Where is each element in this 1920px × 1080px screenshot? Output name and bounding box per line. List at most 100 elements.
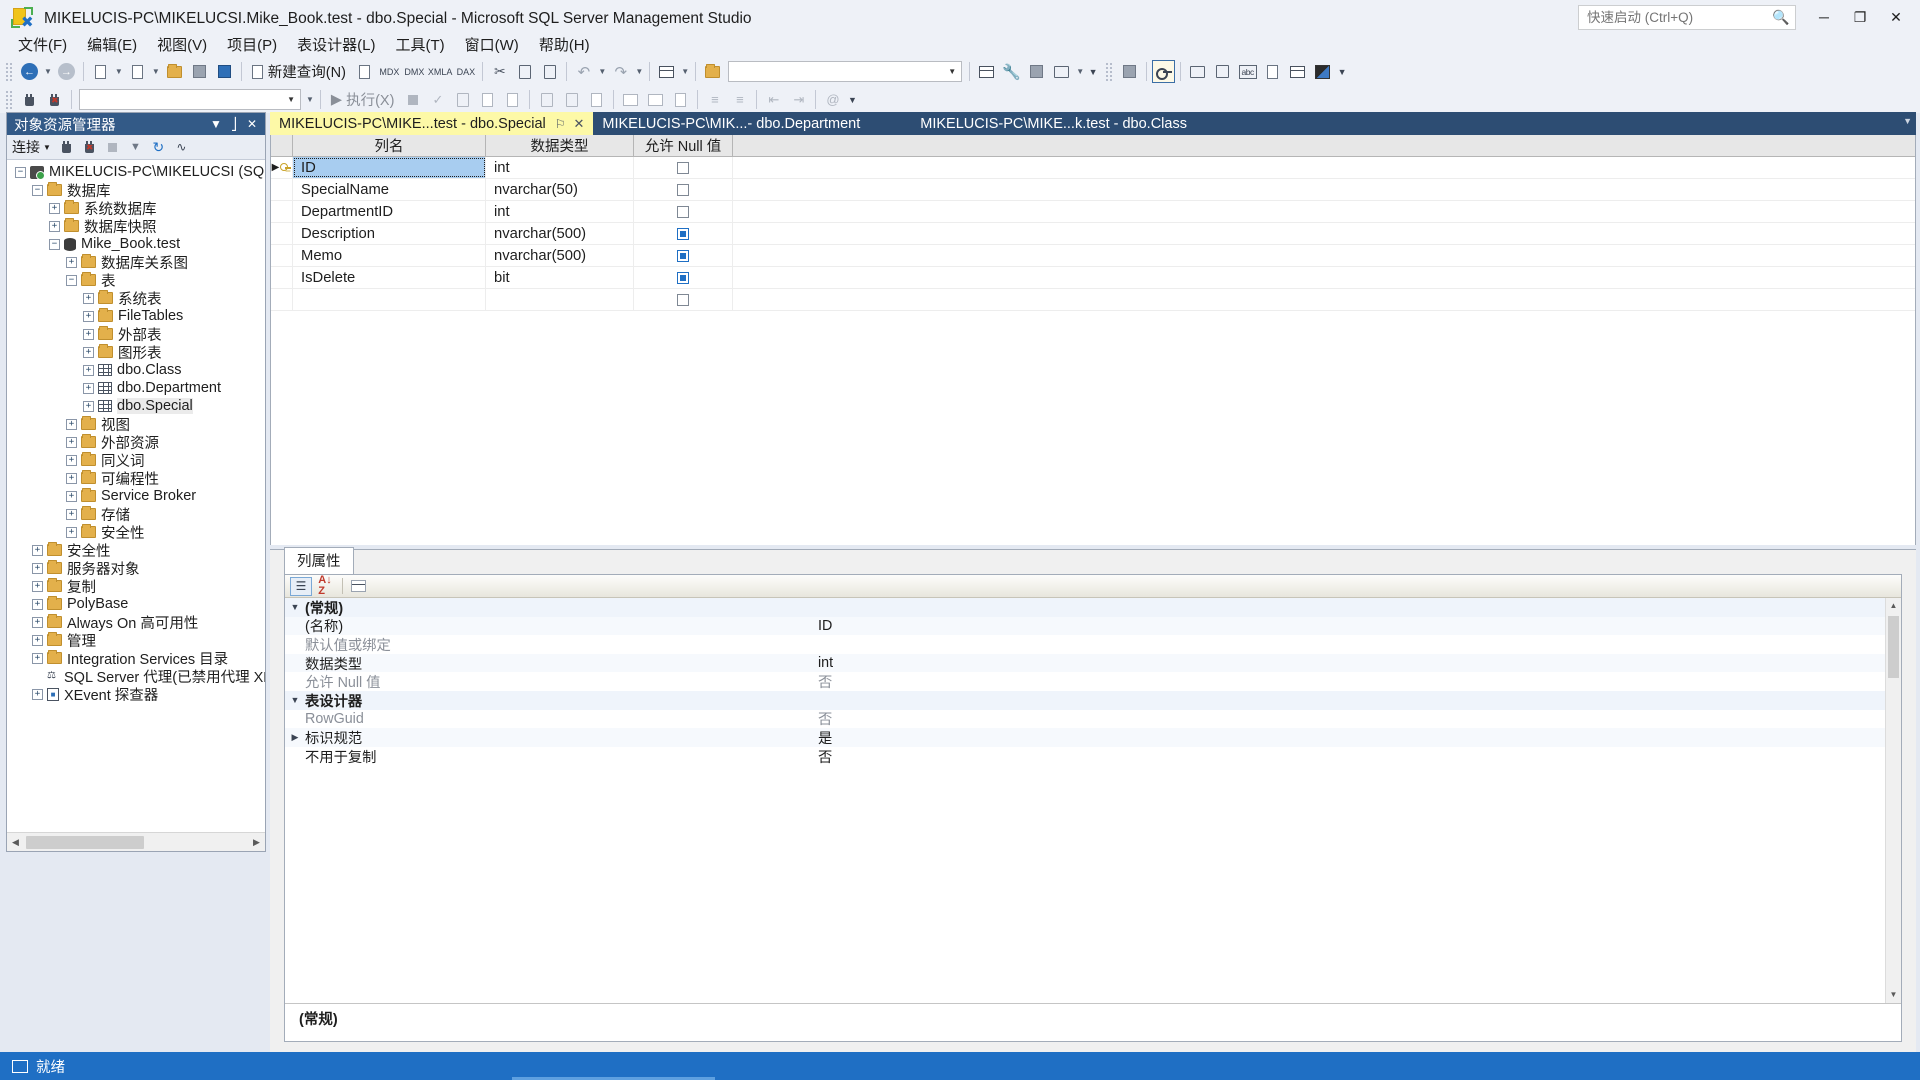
- cell-allow-nulls[interactable]: [634, 245, 733, 266]
- tree-node[interactable]: + 图形表: [7, 343, 265, 362]
- expand-icon[interactable]: +: [83, 382, 94, 394]
- cell-column-name[interactable]: ID: [293, 157, 486, 178]
- tree-node[interactable]: + 安全性: [7, 541, 265, 560]
- allow-nulls-checkbox[interactable]: [677, 205, 689, 218]
- quick-launch-input[interactable]: [1585, 7, 1769, 28]
- comment-lines-button[interactable]: ≡: [703, 88, 726, 111]
- tree-node[interactable]: + 安全性: [7, 523, 265, 542]
- manage-check-constraints-button[interactable]: [1286, 60, 1309, 83]
- object-explorer-button[interactable]: [975, 60, 998, 83]
- cell-data-type[interactable]: nvarchar(500): [486, 223, 634, 244]
- property-row[interactable]: 默认值或绑定: [285, 635, 1885, 654]
- expand-icon[interactable]: +: [32, 688, 43, 700]
- tab-column-properties[interactable]: 列属性: [284, 547, 354, 574]
- close-button[interactable]: ✕: [1878, 2, 1914, 32]
- row-gutter[interactable]: [271, 223, 293, 244]
- stop-icon[interactable]: [102, 138, 123, 157]
- save-selection-button[interactable]: [1118, 60, 1141, 83]
- property-value[interactable]: ID: [815, 618, 1885, 634]
- intellisense-button[interactable]: [501, 88, 524, 111]
- collapse-icon[interactable]: −: [15, 166, 26, 178]
- quick-launch-box[interactable]: 🔍: [1578, 5, 1796, 30]
- menu-tools[interactable]: 工具(T): [386, 31, 455, 58]
- tree-node[interactable]: ⚖ SQL Server 代理(已禁用代理 XP): [7, 667, 265, 686]
- new-xmla-query-button[interactable]: XMLA: [428, 60, 453, 83]
- cell-column-name[interactable]: IsDelete: [293, 267, 486, 288]
- open-file-button[interactable]: [163, 60, 186, 83]
- expand-icon[interactable]: +: [32, 562, 43, 574]
- tree-node[interactable]: − Mike_Book.test: [7, 235, 265, 253]
- activity-monitor-icon[interactable]: ∿: [171, 138, 192, 157]
- expand-icon[interactable]: +: [32, 652, 43, 664]
- manage-indexes-button[interactable]: [1211, 60, 1234, 83]
- expand-icon[interactable]: +: [66, 454, 77, 466]
- menu-table-designer[interactable]: 表设计器(L): [287, 31, 385, 58]
- save-all-button[interactable]: [213, 60, 236, 83]
- alphabetical-sort-icon[interactable]: A↓ Z: [314, 575, 336, 597]
- paste-button[interactable]: [538, 60, 561, 83]
- filter-icon[interactable]: ▼: [125, 138, 146, 157]
- expand-icon[interactable]: +: [32, 544, 43, 556]
- tree-node[interactable]: + 复制: [7, 577, 265, 596]
- cell-data-type[interactable]: int: [486, 157, 634, 178]
- toolbar-overflow-button[interactable]: ▼: [1086, 67, 1100, 77]
- command-prompt-dropdown-icon[interactable]: ▼: [1076, 67, 1084, 76]
- tree-node[interactable]: + 系统数据库: [7, 199, 265, 218]
- generate-change-script-button[interactable]: [1311, 60, 1334, 83]
- menu-edit[interactable]: 编辑(E): [77, 31, 147, 58]
- properties-list[interactable]: ▼ (常规) (名称) ID 默认值或绑定 数据类型 int 允许 Null 值否 ▼ 表设计器 R…: [285, 598, 1885, 1003]
- stop-button[interactable]: [401, 88, 424, 111]
- tree-node[interactable]: + Integration Services 目录: [7, 649, 265, 668]
- property-row[interactable]: 数据类型 int: [285, 653, 1885, 673]
- property-value[interactable]: 否: [815, 671, 1885, 692]
- cell-allow-nulls[interactable]: [634, 179, 733, 200]
- tree-node[interactable]: + 管理: [7, 631, 265, 650]
- refresh-icon[interactable]: ↻: [148, 138, 169, 157]
- query-designer-button[interactable]: [655, 60, 678, 83]
- allow-nulls-checkbox[interactable]: [677, 183, 689, 196]
- tab-dbo-special[interactable]: MIKELUCIS-PC\MIKE...test - dbo.Special ⚐…: [270, 112, 594, 135]
- chevron-down-icon[interactable]: ▼: [948, 67, 956, 76]
- hscroll-thumb[interactable]: [26, 835, 144, 849]
- table-row[interactable]: [271, 289, 1915, 311]
- categorized-view-icon[interactable]: ☰: [290, 576, 312, 596]
- menu-window[interactable]: 窗口(W): [455, 31, 529, 58]
- cell-data-type[interactable]: nvarchar(500): [486, 245, 634, 266]
- execute-button[interactable]: ▶ 执行(X): [326, 88, 400, 111]
- chevron-down-icon[interactable]: ▼: [287, 95, 295, 104]
- tree-node[interactable]: + dbo.Special: [7, 397, 265, 415]
- table-row[interactable]: IsDelete bit: [271, 267, 1915, 289]
- new-mdx-query-button[interactable]: MDX: [378, 60, 401, 83]
- table-row[interactable]: SpecialName nvarchar(50): [271, 179, 1915, 201]
- disconnect-button[interactable]: ✖: [43, 88, 66, 111]
- tree-node[interactable]: + PolyBase: [7, 595, 265, 613]
- menu-help[interactable]: 帮助(H): [529, 31, 600, 58]
- new-analysis-query-button[interactable]: [353, 60, 376, 83]
- tree-node[interactable]: + 数据库快照: [7, 217, 265, 236]
- row-gutter[interactable]: [271, 179, 293, 200]
- new-relationship-button[interactable]: [1186, 60, 1209, 83]
- connect-dropdown-button[interactable]: 连接 ▼: [12, 137, 55, 157]
- expand-icon[interactable]: +: [32, 634, 43, 646]
- cell-data-type[interactable]: bit: [486, 267, 634, 288]
- expand-icon[interactable]: +: [49, 220, 60, 232]
- expand-icon[interactable]: +: [66, 508, 77, 520]
- expand-icon[interactable]: +: [83, 346, 94, 358]
- property-row[interactable]: 允许 Null 值否: [285, 672, 1885, 691]
- table-row[interactable]: ▶ ID int: [271, 157, 1915, 179]
- scroll-down-icon[interactable]: ▼: [1886, 987, 1901, 1003]
- property-row[interactable]: 不用于复制 否: [285, 747, 1885, 766]
- tree-node[interactable]: + FileTables: [7, 307, 265, 325]
- redo-button[interactable]: ↷: [609, 60, 632, 83]
- row-gutter[interactable]: [271, 289, 293, 310]
- scroll-right-icon[interactable]: ▶: [248, 837, 265, 848]
- options-wrench-button[interactable]: 🔧: [1000, 60, 1023, 83]
- tree-node[interactable]: − MIKELUCIS-PC\MIKELUCSI (SQL Serv: [7, 163, 265, 181]
- tree-node[interactable]: + ■ XEvent 探查器: [7, 685, 265, 704]
- table-row[interactable]: Description nvarchar(500): [271, 223, 1915, 245]
- navigate-backward-button[interactable]: ←: [18, 60, 41, 83]
- object-explorer-hscrollbar[interactable]: ◀ ▶: [7, 832, 265, 851]
- tab-dbo-department[interactable]: MIKELUCIS-PC\MIK...- dbo.Department: [593, 112, 869, 135]
- header-column-name[interactable]: 列名: [293, 135, 486, 156]
- navigate-backward-dropdown-icon[interactable]: ▼: [44, 67, 52, 76]
